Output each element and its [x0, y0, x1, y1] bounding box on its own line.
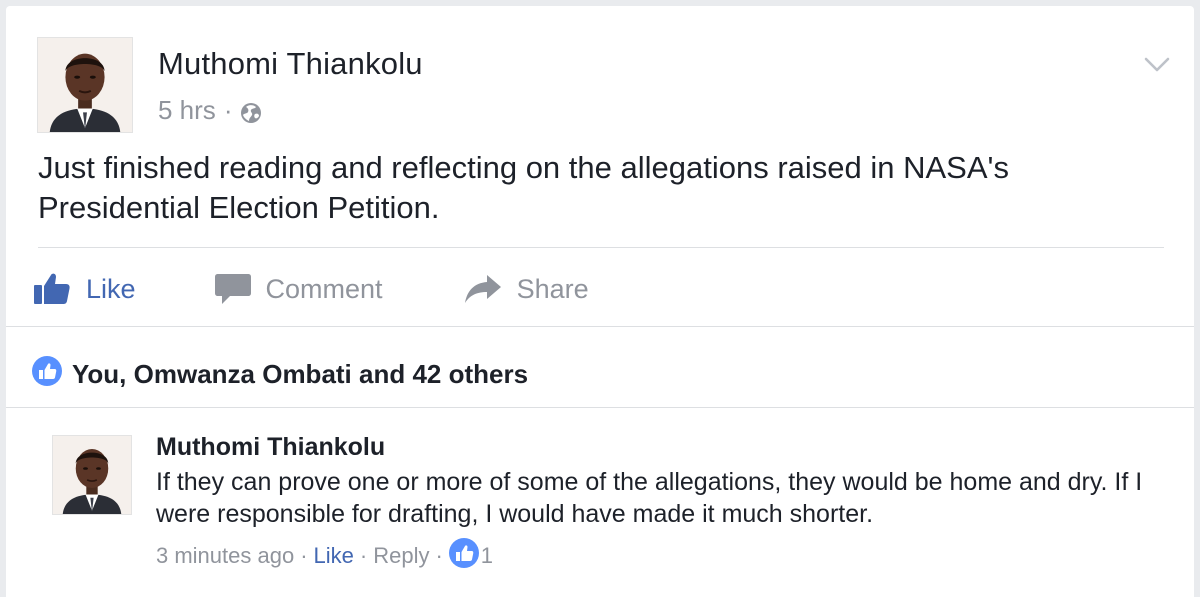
- comment-label: Comment: [265, 273, 383, 304]
- like-reaction-icon: [32, 356, 62, 393]
- reactions-text: You, Omwanza Ombati and 42 others: [72, 359, 529, 389]
- post-timestamp[interactable]: 5 hrs: [158, 95, 216, 126]
- commenter-avatar[interactable]: [52, 435, 132, 515]
- post-card: Muthomi Thiankolu 5 hrs · Just finished …: [6, 6, 1194, 597]
- like-label: Like: [86, 273, 136, 304]
- avatar-photo: [53, 436, 131, 514]
- divider: [6, 407, 1194, 408]
- comment-button[interactable]: Comment: [214, 272, 383, 306]
- like-button[interactable]: Like: [32, 272, 136, 306]
- meta-separator: ·: [359, 543, 368, 568]
- comment-reaction-count[interactable]: 1: [448, 538, 494, 574]
- meta-separator: ·: [223, 95, 233, 125]
- thumbs-up-icon: [32, 272, 72, 306]
- divider: [38, 247, 1164, 248]
- divider: [6, 326, 1194, 327]
- chevron-down-icon[interactable]: [1144, 56, 1170, 74]
- comment-author-name[interactable]: Muthomi Thiankolu: [156, 433, 385, 462]
- avatar-photo: [38, 38, 132, 132]
- post-text: Just finished reading and reflecting on …: [38, 150, 1009, 225]
- author-avatar[interactable]: [37, 37, 133, 133]
- action-bar: Like Comment Share: [32, 269, 589, 309]
- comment-text: If they can prove one or more of some of…: [156, 468, 1143, 528]
- comment-meta: 3 minutes ago · Like · Reply · 1: [156, 538, 493, 574]
- comment-like-count: 1: [480, 543, 494, 568]
- share-arrow-icon: [463, 273, 503, 305]
- globe-icon[interactable]: [240, 100, 262, 123]
- share-label: Share: [516, 273, 589, 304]
- comment-bubble-icon: [214, 272, 252, 306]
- comment-timestamp[interactable]: 3 minutes ago: [156, 543, 294, 569]
- meta-separator: ·: [300, 543, 308, 568]
- comment-like-link[interactable]: Like: [314, 543, 354, 569]
- post-author-name[interactable]: Muthomi Thiankolu: [158, 46, 423, 82]
- post-meta: 5 hrs ·: [158, 95, 262, 126]
- comment-reply-link[interactable]: Reply: [373, 543, 429, 569]
- share-button[interactable]: Share: [463, 273, 589, 305]
- like-reaction-icon: [448, 538, 481, 574]
- reactions-summary[interactable]: You, Omwanza Ombati and 42 others: [32, 356, 528, 393]
- meta-separator: ·: [435, 543, 443, 568]
